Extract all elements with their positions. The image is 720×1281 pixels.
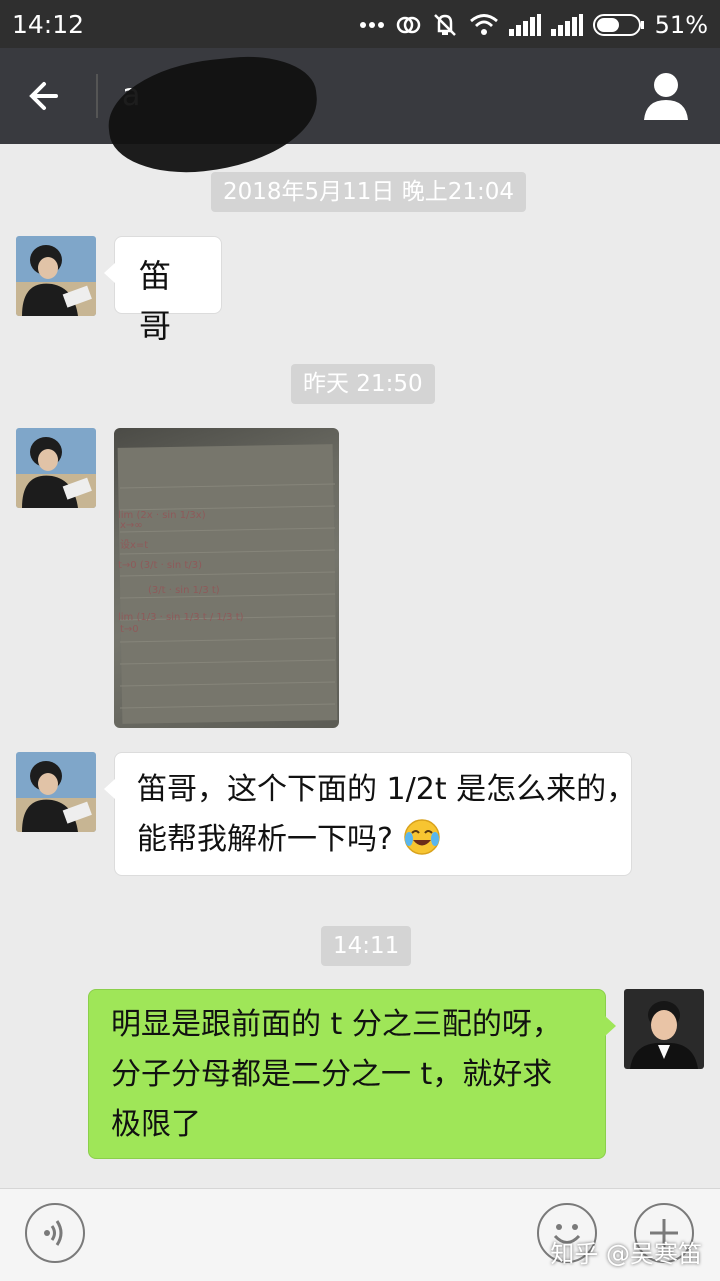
message-line: 极限了 <box>111 1107 201 1142</box>
sync-icon <box>396 16 420 34</box>
person-icon <box>644 73 688 120</box>
chat-info-button[interactable] <box>642 70 690 122</box>
message-line: 明显是跟前面的 t 分之三配的呀， <box>111 1007 562 1042</box>
signal-icon <box>550 14 583 36</box>
voice-button[interactable] <box>25 1203 85 1263</box>
mute-icon <box>433 14 456 36</box>
status-time: 14:12 <box>12 10 85 39</box>
handwriting-line: t→0 (3/t · sin t/3) <box>118 560 202 571</box>
status-bar: 14:12 51% <box>0 0 720 48</box>
more-dots-icon <box>359 22 384 28</box>
message-line: 能帮我解析一下吗? <box>137 822 393 857</box>
avatar[interactable] <box>16 236 96 316</box>
chat-header: a <box>0 48 720 181</box>
signal-icon <box>508 14 541 36</box>
voice-icon <box>44 1220 63 1246</box>
handwriting-line: lim (1/3 · sin 1/3 t / 1/3 t) <box>118 612 244 623</box>
message-line: 分子分母都是二分之一 t，就好求 <box>111 1057 553 1092</box>
message-line: 笛哥，这个下面的 1/2t 是怎么来的， <box>137 772 637 807</box>
time-stamp: 昨天 21:50 <box>291 364 435 404</box>
message-bubble[interactable]: 笛哥 <box>104 236 222 345</box>
avatar[interactable] <box>16 428 96 508</box>
image-message[interactable]: lim (2x · sin 1/3x) x→∞ 设x=t t→0 (3/t · … <box>114 428 339 728</box>
message-text: 笛哥 <box>139 257 172 345</box>
avatar[interactable] <box>16 752 96 832</box>
status-icons: 51% <box>359 10 708 40</box>
time-stamp: 14:11 <box>321 926 412 966</box>
time-stamp: 2018年5月11日 晚上21:04 <box>211 172 527 212</box>
handwriting-line: (3/t · sin 1/3 t) <box>148 585 220 596</box>
back-arrow-icon <box>29 82 58 110</box>
notebook-photo: lim (2x · sin 1/3x) x→∞ 设x=t t→0 (3/t · … <box>117 444 338 724</box>
handwriting-line: 设x=t <box>120 539 148 551</box>
my-avatar[interactable] <box>624 989 704 1069</box>
wifi-icon <box>469 14 498 35</box>
crying-laughing-emoji <box>404 819 441 855</box>
handwriting-line: x→∞ <box>120 520 143 531</box>
watermark: 知乎 @吴寒笛 <box>550 1240 702 1268</box>
handwriting-line: t→0 <box>120 624 139 635</box>
redaction-scribble <box>102 49 324 181</box>
message-bubble[interactable]: 笛哥，这个下面的 1/2t 是怎么来的， 能帮我解析一下吗? <box>104 752 637 876</box>
back-button[interactable] <box>22 74 72 118</box>
battery-percent: 51% <box>654 11 708 39</box>
avatar-image <box>16 752 96 832</box>
battery-icon <box>592 14 644 36</box>
header-divider <box>96 74 98 118</box>
avatar-image <box>16 236 96 316</box>
avatar-image <box>16 428 96 508</box>
avatar-image <box>624 989 704 1069</box>
message-bubble[interactable]: 明显是跟前面的 t 分之三配的呀， 分子分母都是二分之一 t，就好求 极限了 <box>88 989 616 1159</box>
